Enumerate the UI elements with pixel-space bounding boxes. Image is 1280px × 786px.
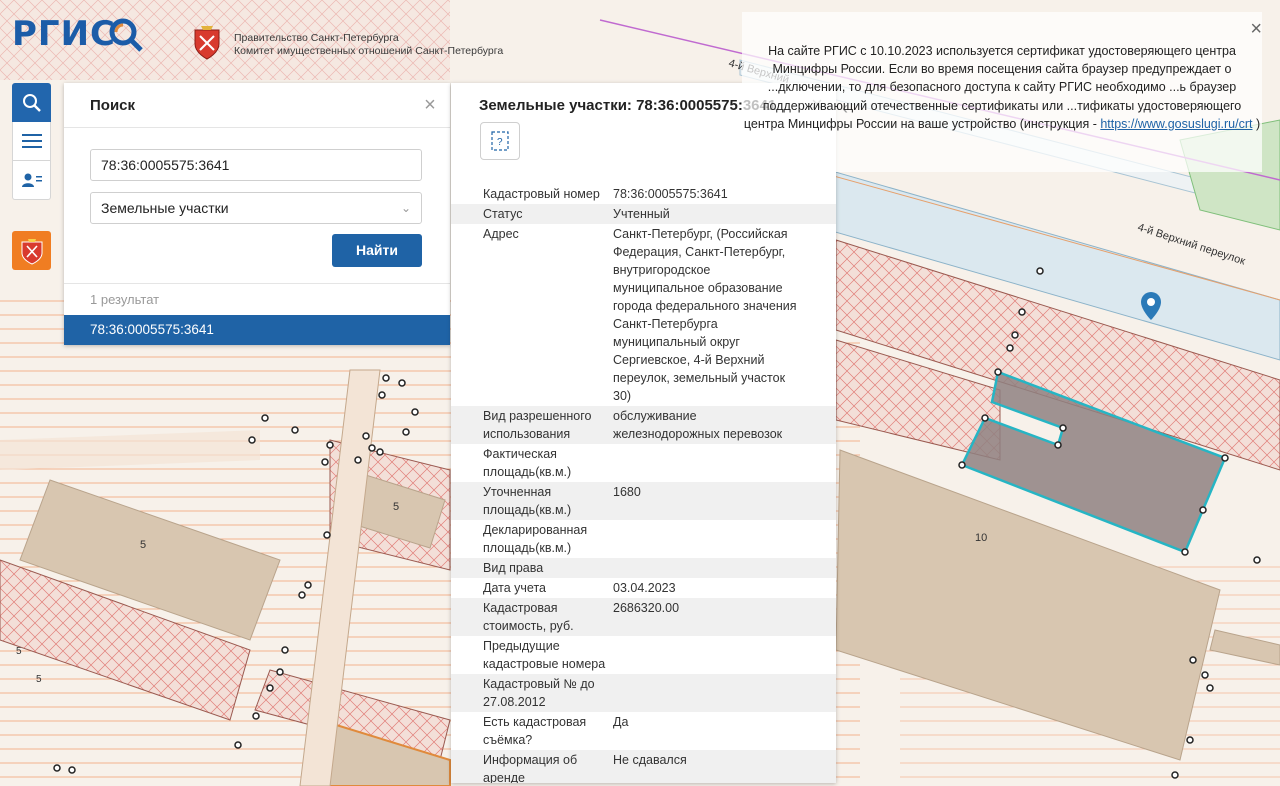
row-key: Декларированная площадь(кв.м.) xyxy=(483,523,588,555)
row-value: 1680 xyxy=(613,485,641,499)
row-key: Кадастровый номер xyxy=(483,187,600,201)
spb-coat-of-arms-icon xyxy=(194,26,220,60)
spb-crest-icon xyxy=(21,238,42,265)
lot-label: 5 xyxy=(140,539,146,551)
parcel-info-panel: Земельные участки: 78:36:0005575:3641 × … xyxy=(451,83,836,783)
row-value: Не сдавался xyxy=(613,753,687,767)
notice-close-icon[interactable]: × xyxy=(1250,18,1262,41)
rgis-logo[interactable]: РГИС xyxy=(12,14,143,54)
object-type-select[interactable]: Земельные участки ⌄ xyxy=(90,192,422,224)
lot-label: 5 xyxy=(393,501,399,513)
table-row: Вид права xyxy=(451,558,836,578)
parcel-help-button[interactable]: ? xyxy=(480,122,520,160)
table-row: Предыдущие кадастровые номера xyxy=(451,636,836,674)
lot-label: 5 xyxy=(16,646,22,657)
table-row: Уточненная площадь(кв.м.) 1680 xyxy=(451,482,836,520)
table-row: Есть кадастровая съёмка? Да xyxy=(451,712,836,750)
row-value xyxy=(613,559,803,577)
results-count: 1 результат xyxy=(90,292,160,307)
left-toolbar xyxy=(12,83,51,200)
object-type-value: Земельные участки xyxy=(101,200,229,216)
table-row: Кадастровая стоимость, руб. 2686320.00 xyxy=(451,598,836,636)
row-key: Фактическая площадь(кв.м.) xyxy=(483,447,572,479)
table-row: Дата учета 03.04.2023 xyxy=(451,578,836,598)
result-item[interactable]: 78:36:0005575:3641 xyxy=(64,315,450,345)
row-value: 78:36:0005575:3641 xyxy=(613,187,728,201)
search-panel-title: Поиск xyxy=(90,97,136,114)
logo-magnifier-icon xyxy=(109,18,143,52)
row-value xyxy=(613,521,803,557)
row-value xyxy=(613,675,803,711)
menu-icon xyxy=(21,134,42,148)
row-key: Вид права xyxy=(483,561,544,575)
table-row: Вид разрешенного использования обслуживан… xyxy=(451,406,836,444)
divider xyxy=(64,283,450,284)
row-value: обслуживание железнодорожных перевозок xyxy=(613,409,783,441)
table-row: Адрес Санкт-Петербург, (Российская Федера… xyxy=(451,224,836,406)
certificate-notice: × ‹ На сайте РГИС с 10.10.2023 используе… xyxy=(742,12,1262,172)
divider xyxy=(64,127,450,128)
search-tool-button[interactable] xyxy=(12,83,51,122)
gov-line1: Правительство Санкт-Петербурга xyxy=(234,32,399,44)
row-value: 03.04.2023 xyxy=(613,581,676,595)
row-value: Санкт-Петербург, (Российская Федерация, … xyxy=(613,227,797,403)
notice-tail: ) xyxy=(1252,116,1261,131)
document-help-icon: ? xyxy=(491,131,509,151)
layers-tool-button[interactable] xyxy=(12,122,51,161)
row-value xyxy=(613,445,803,481)
lot-label: 10 xyxy=(975,532,987,544)
lot-label: 5 xyxy=(36,674,42,685)
parcel-info-title: Земельные участки: 78:36:0005575:3641 xyxy=(479,97,777,114)
table-row: Статус Учтенный xyxy=(451,204,836,224)
table-row: Фактическая площадь(кв.м.) xyxy=(451,444,836,482)
contacts-tool-button[interactable] xyxy=(12,161,51,200)
row-key: Есть кадастровая съёмка? xyxy=(483,715,587,747)
row-key: Кадастровая стоимость, руб. xyxy=(483,601,574,633)
notice-text: На сайте РГИС с 10.10.2023 используется … xyxy=(742,42,1262,133)
row-key: Информация об аренде xyxy=(483,753,578,783)
city-services-button[interactable] xyxy=(12,231,51,270)
search-input[interactable]: 78:36:0005575:3641 xyxy=(90,149,422,181)
row-key: Статус xyxy=(483,207,523,221)
person-card-icon xyxy=(21,173,42,187)
search-close-icon[interactable]: × xyxy=(420,95,440,115)
row-key: Вид разрешенного использования xyxy=(483,409,592,441)
gosuslugi-link[interactable]: https://www.gosuslugi.ru/crt xyxy=(1100,117,1252,131)
search-icon xyxy=(22,93,41,112)
chevron-down-icon: ⌄ xyxy=(400,201,411,215)
government-caption: Правительство Санкт-Петербурга Комитет и… xyxy=(234,32,503,58)
table-row: Информация об аренде Не сдавался xyxy=(451,750,836,783)
svg-text:?: ? xyxy=(497,137,503,148)
row-key: Уточненная площадь(кв.м.) xyxy=(483,485,572,517)
row-value: 2686320.00 xyxy=(613,601,680,615)
parcel-attributes-table: Кадастровый номер 78:36:0005575:3641 Стат… xyxy=(451,184,836,783)
table-row: Декларированная площадь(кв.м.) xyxy=(451,520,836,558)
logo-text: РГИС xyxy=(12,14,116,54)
row-value: Да xyxy=(613,715,629,729)
row-key: Дата учета xyxy=(483,581,546,595)
table-row: Кадастровый № до 27.08.2012 xyxy=(451,674,836,712)
row-value xyxy=(613,637,803,673)
find-button[interactable]: Найти xyxy=(332,234,422,267)
row-key: Предыдущие кадастровые номера xyxy=(483,639,606,671)
table-row: Кадастровый номер 78:36:0005575:3641 xyxy=(451,184,836,204)
row-key: Адрес xyxy=(483,227,519,241)
search-panel: Поиск × 78:36:0005575:3641 Земельные уча… xyxy=(64,83,450,345)
row-value: Учтенный xyxy=(613,207,670,221)
row-key: Кадастровый № до 27.08.2012 xyxy=(483,677,595,709)
gov-line2: Комитет имущественных отношений Санкт-Пе… xyxy=(234,45,504,57)
